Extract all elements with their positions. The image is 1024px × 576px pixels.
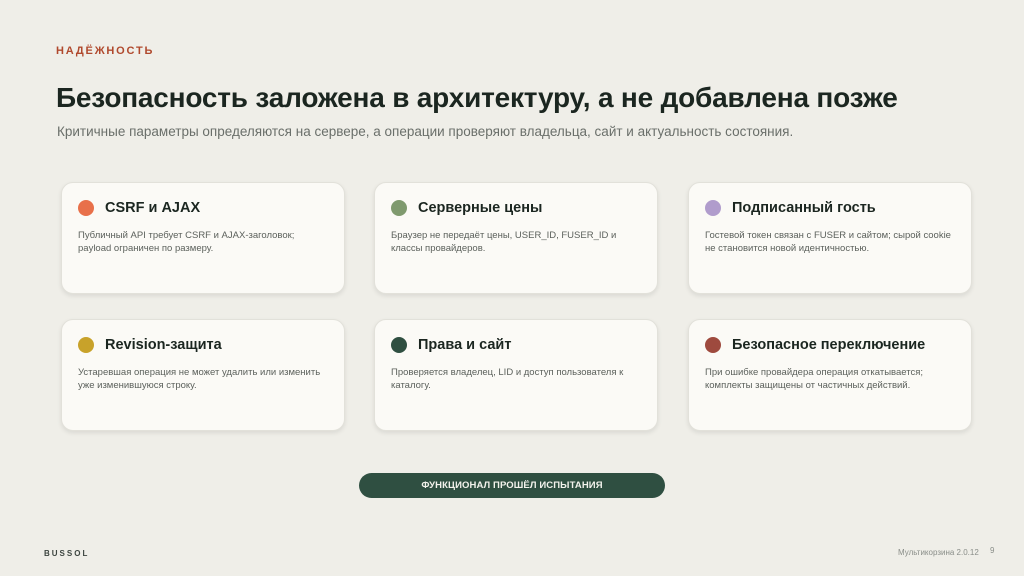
card-header: Revision-защита	[78, 337, 222, 353]
status-dot-icon	[705, 337, 721, 353]
page-subtitle: Критичные параметры определяются на серв…	[57, 124, 794, 139]
card-title: Права и сайт	[418, 337, 512, 353]
card-description: Гостевой токен связан с FUSER и сайтом; …	[705, 230, 951, 254]
status-dot-icon	[391, 337, 407, 353]
card-rights-and-site: Права и сайт Проверяется владелец, LID и…	[374, 319, 658, 431]
status-dot-icon	[391, 200, 407, 216]
card-title: CSRF и AJAX	[105, 200, 201, 216]
card-description: Устаревшая операция не может удалить или…	[78, 367, 321, 391]
card-header: Подписанный гость	[705, 200, 876, 216]
status-dot-icon	[78, 337, 94, 353]
page-title: Безопасность заложена в архитектуру, а н…	[56, 82, 898, 113]
card-header: CSRF и AJAX	[78, 200, 200, 216]
eyebrow-label: НАДЁЖНОСТЬ	[56, 45, 155, 57]
status-dot-icon	[78, 200, 94, 216]
card-safe-switching: Безопасное переключение При ошибке прова…	[688, 319, 972, 431]
card-title: Revision-защита	[105, 337, 222, 353]
card-header: Безопасное переключение	[705, 337, 925, 353]
brand-logo: BUSSOL	[44, 549, 90, 558]
card-title: Серверные цены	[418, 200, 543, 216]
card-signed-guest: Подписанный гость Гостевой токен связан …	[688, 182, 972, 294]
card-description: Публичный API требует CSRF и AJAX-заголо…	[78, 230, 295, 254]
card-description: Браузер не передаёт цены, USER_ID, FUSER…	[391, 230, 617, 254]
card-header: Права и сайт	[391, 337, 511, 353]
tested-functionality-button[interactable]: ФУНКЦИОНАЛ ПРОШЁЛ ИСПЫТАНИЯ	[359, 473, 665, 498]
card-title: Подписанный гость	[732, 200, 876, 216]
card-description: Проверяется владелец, LID и доступ польз…	[391, 367, 624, 391]
card-server-prices: Серверные цены Браузер не передаёт цены,…	[374, 182, 658, 294]
card-title: Безопасное переключение	[732, 337, 926, 353]
status-dot-icon	[705, 200, 721, 216]
card-header: Серверные цены	[391, 200, 542, 216]
card-revision-protection: Revision-защита Устаревшая операция не м…	[61, 319, 345, 431]
card-description: При ошибке провайдера операция откатывае…	[705, 367, 923, 391]
product-version: Мультикорзина 2.0.12	[898, 548, 979, 557]
card-csrf-ajax: CSRF и AJAX Публичный API требует CSRF и…	[61, 182, 345, 294]
page-number: 9	[990, 546, 995, 555]
